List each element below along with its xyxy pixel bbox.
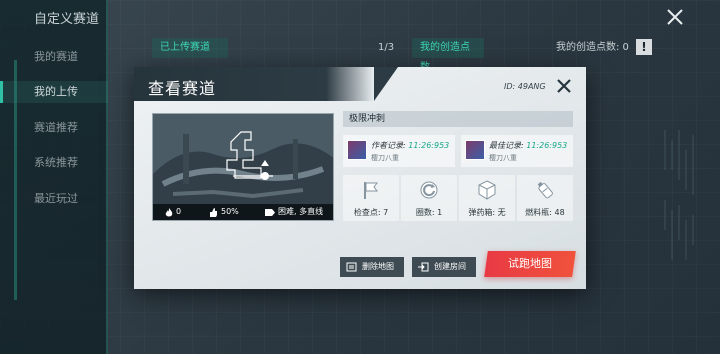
author-record-line: 作者记录: 11:26:953 — [371, 140, 449, 151]
track-name: 极限冲刺 — [343, 111, 573, 127]
best-record-line: 最佳记录: 11:26:953 — [489, 140, 567, 151]
info-icon[interactable]: ! — [636, 39, 652, 55]
sidebar-item-recommended[interactable]: 赛道推荐 — [0, 117, 108, 139]
stat-ammo: 弹药箱: 无 — [459, 175, 515, 221]
fuel-bottle-icon — [537, 181, 553, 199]
modal-title: 查看赛道 — [148, 79, 217, 98]
best-record-player: 樱刀八重 — [489, 154, 517, 162]
delete-icon — [346, 262, 357, 272]
tab-uploaded-tracks[interactable]: 已上传赛道 — [152, 38, 228, 58]
best-record-label: 最佳记录: — [489, 141, 524, 150]
try-map-label: 试跑地图 — [508, 257, 552, 270]
track-preview-image — [153, 114, 333, 206]
sidebar: 自定义赛道 我的赛道 我的上传 赛道推荐 系统推荐 最近玩过 — [0, 0, 108, 354]
stat-ammo-label: 弹药箱: 无 — [468, 208, 506, 217]
upload-count: 1/3 — [378, 42, 395, 53]
sidebar-item-my-uploads[interactable]: 我的上传 — [0, 81, 108, 103]
laps-icon — [420, 181, 438, 199]
close-icon[interactable] — [664, 6, 686, 28]
best-record-time: 11:26:953 — [526, 141, 568, 150]
ammo-box-icon — [478, 180, 496, 200]
stat-checkpoints-label: 检查点: 7 — [353, 208, 389, 217]
view-track-modal: 查看赛道 ID: 49ANG 0 50% 困难, 多直线 极限冲刺 作者记录: … — [134, 67, 586, 289]
fire-icon — [165, 207, 173, 216]
stat-fuel-label: 燃料瓶: 48 — [525, 208, 565, 217]
track-id: ID: 49ANG — [504, 82, 546, 91]
create-room-label: 创建房间 — [434, 262, 466, 271]
sidebar-item-system-recommended[interactable]: 系统推荐 — [0, 152, 108, 174]
preview-difficulty-value: 困难, 多直线 — [278, 207, 324, 216]
author-record-time: 11:26:953 — [408, 141, 450, 150]
preview-likes: 0 — [165, 204, 181, 220]
preview-completion-value: 50% — [221, 207, 239, 216]
page-title: 自定义赛道 — [34, 12, 100, 27]
stat-laps: 圈数: 1 — [401, 175, 457, 221]
author-record-player: 樱刀八重 — [371, 154, 399, 162]
flag-icon — [364, 182, 378, 199]
try-map-button[interactable]: 试跑地图 — [484, 251, 576, 277]
preview-stats-bar: 0 50% 困难, 多直线 — [153, 204, 333, 220]
tab-creation-points[interactable]: 我的创造点数 — [412, 38, 484, 73]
modal-header: 查看赛道 — [134, 67, 398, 101]
close-icon[interactable] — [556, 78, 572, 94]
sidebar-item-my-tracks[interactable]: 我的赛道 — [0, 46, 108, 68]
delete-map-label: 删除地图 — [362, 262, 394, 271]
enter-room-icon — [418, 262, 429, 272]
sidebar-item-recently-played[interactable]: 最近玩过 — [0, 188, 108, 210]
avatar — [347, 140, 367, 160]
delete-map-button[interactable]: 删除地图 — [340, 257, 404, 277]
track-stats: 检查点: 7 圈数: 1 弹药箱: 无 燃料瓶: 48 — [343, 175, 573, 221]
preview-difficulty: 困难, 多直线 — [265, 204, 323, 220]
tag-icon — [265, 208, 275, 216]
create-room-button[interactable]: 创建房间 — [412, 257, 476, 277]
author-record: 作者记录: 11:26:953 樱刀八重 — [343, 135, 455, 167]
decorative-pattern — [664, 130, 694, 260]
stat-checkpoints: 检查点: 7 — [343, 175, 399, 221]
preview-likes-value: 0 — [176, 207, 182, 216]
best-record: 最佳记录: 11:26:953 樱刀八重 — [461, 135, 573, 167]
stat-fuel: 燃料瓶: 48 — [517, 175, 573, 221]
preview-completion: 50% — [209, 204, 239, 220]
stat-laps-label: 圈数: 1 — [415, 208, 443, 217]
avatar — [465, 140, 485, 160]
thumbs-up-icon — [210, 207, 217, 217]
author-record-label: 作者记录: — [371, 141, 406, 150]
track-preview: 0 50% 困难, 多直线 — [152, 113, 334, 221]
creation-points-text: 我的创造点数: 0 — [556, 42, 629, 53]
